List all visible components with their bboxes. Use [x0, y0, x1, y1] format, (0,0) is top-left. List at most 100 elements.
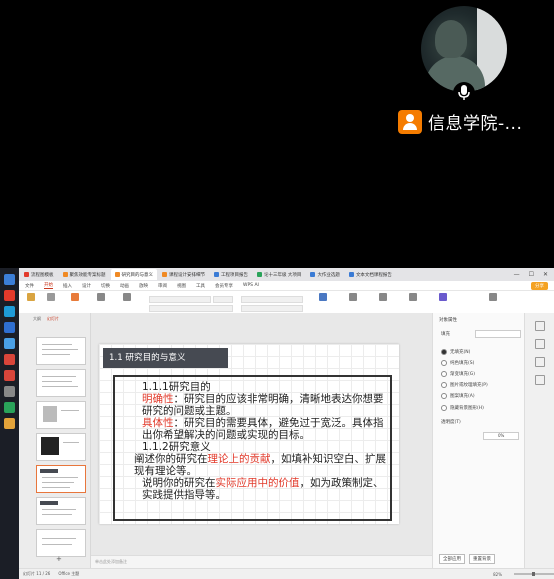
slide-thumbnail[interactable] — [36, 337, 86, 365]
reset-background-button[interactable]: 重置背景 — [469, 554, 495, 564]
menu-bar: 文件 开始 插入 设计 切换 动画 放映 审阅 视图 工具 会员专享 WPS A… — [19, 281, 554, 291]
format-painter-button[interactable] — [47, 293, 55, 311]
notes-area[interactable]: 单击此处添加备注 — [91, 555, 432, 568]
tab-5[interactable]: 论十三年级 大项目 — [253, 269, 305, 280]
menu-file[interactable]: 文件 — [25, 283, 34, 289]
app-icon[interactable] — [4, 338, 15, 349]
fill-section[interactable]: 填充 — [441, 331, 450, 337]
pane-title: 对象属性 — [439, 318, 457, 323]
tray-icon[interactable] — [4, 418, 15, 429]
tab-6[interactable]: 大作业选题 — [306, 269, 344, 280]
participant-label: 信息学院-... — [398, 109, 522, 134]
option-no-fill[interactable]: 无填充(N) — [441, 349, 470, 355]
arrange-button[interactable] — [349, 293, 357, 311]
paste-button[interactable] — [27, 293, 35, 311]
option-pattern-fill[interactable]: 图案填充(A) — [441, 393, 475, 399]
slide-thumbnail[interactable] — [36, 401, 86, 429]
menu-animation[interactable]: 动画 — [120, 283, 129, 289]
align-bar[interactable] — [241, 305, 303, 312]
option-picture-fill[interactable]: 图片或纹理填充(P) — [441, 382, 488, 388]
font-family-select[interactable] — [149, 296, 211, 303]
menu-tools[interactable]: 工具 — [196, 283, 205, 289]
menu-insert[interactable]: 插入 — [63, 283, 72, 289]
tab-2[interactable]: 研究目的与意义 — [110, 269, 157, 280]
menu-review[interactable]: 审阅 — [158, 283, 167, 289]
slide-thumbnail[interactable] — [36, 529, 86, 557]
menu-view[interactable]: 视图 — [177, 283, 186, 289]
animation-icon[interactable] — [535, 357, 545, 367]
transparency-label: 透明度(T) — [441, 420, 461, 425]
share-button[interactable]: 分享 — [531, 281, 548, 290]
tray-icon[interactable] — [4, 402, 15, 413]
menu-design[interactable]: 设计 — [82, 283, 91, 289]
participant-video — [421, 6, 507, 92]
slide-canvas: 1.1 研究目的与意义 1.1.1研究目的 明确性：研究目的应该非常明确，清晰地… — [91, 313, 432, 555]
slide-thumbnails: 大纲 幻灯片 + — [19, 313, 91, 568]
transparency-field[interactable]: 0% — [483, 432, 519, 440]
outline-tab[interactable]: 大纲 — [33, 316, 41, 322]
fill-type-select[interactable] — [475, 330, 521, 338]
microphone-icon[interactable] — [453, 82, 475, 104]
properties-icon[interactable] — [535, 321, 545, 331]
more-button[interactable] — [489, 293, 497, 311]
app-icon[interactable] — [4, 290, 15, 301]
option-hide-background[interactable]: 隐藏背景图形(H) — [441, 405, 484, 411]
paragraph-clarity: 明确性：研究目的应该非常明确，清晰地表达你想要研究的问题或主题。 — [142, 393, 384, 417]
current-slide[interactable]: 1.1 研究目的与意义 1.1.1研究目的 明确性：研究目的应该非常明确，清晰地… — [99, 344, 399, 524]
tab-0[interactable]: 流程图模板 — [20, 269, 58, 280]
shared-screen: 流程图模板 聚焦效能专案标题 研究目的与意义 课程设计安排细节 工程项目报告 论… — [0, 268, 554, 579]
slide-thumbnail[interactable] — [36, 497, 86, 525]
object-properties-pane: 对象属性 填充 无填充(N) 纯色填充(S) 渐变填充(G) 图片或纹理填充(P… — [432, 313, 525, 568]
highlight-practice: 实际应用中的价值 — [215, 477, 300, 489]
paragraph-specificity: 具体性：研究目的需要具体，避免过于宽泛。具体指出你希望解决的问题或实现的目标。 — [142, 417, 384, 441]
windows-taskbar — [0, 268, 19, 579]
zoom-slider[interactable] — [514, 572, 554, 576]
ai-button[interactable] — [439, 293, 447, 311]
start-icon[interactable] — [4, 274, 15, 285]
zoom-level[interactable]: 82% — [493, 572, 502, 577]
slide-thumbnail[interactable] — [36, 433, 86, 461]
slide-thumbnail-selected[interactable] — [36, 465, 86, 493]
close-icon[interactable]: ✕ — [543, 271, 548, 278]
slides-tab[interactable]: 幻灯片 — [47, 316, 59, 322]
minimize-icon[interactable]: — — [514, 271, 520, 278]
select-button[interactable] — [409, 293, 417, 311]
tab-4[interactable]: 工程项目报告 — [210, 269, 252, 280]
option-gradient-fill[interactable]: 渐变填充(G) — [441, 371, 475, 377]
document-tabs: 流程图模板 聚焦效能专案标题 研究目的与意义 课程设计安排细节 工程项目报告 论… — [19, 268, 554, 281]
label-clarity: 明确性 — [142, 393, 174, 405]
font-style-bar[interactable] — [149, 305, 233, 312]
user-avatar-icon — [398, 109, 422, 134]
layout-button[interactable] — [97, 293, 105, 311]
highlight-theory: 理论上的贡献 — [207, 453, 271, 465]
app-icon[interactable] — [4, 370, 15, 381]
browser-icon[interactable] — [4, 306, 15, 317]
paragraph-bar[interactable] — [241, 296, 303, 303]
tab-1[interactable]: 聚焦效能专案标题 — [59, 269, 110, 280]
apply-all-button[interactable]: 全部应用 — [439, 554, 465, 564]
app-icon[interactable] — [4, 354, 15, 365]
option-solid-fill[interactable]: 纯色填充(S) — [441, 360, 474, 366]
design-icon[interactable] — [535, 339, 545, 349]
tab-7[interactable]: 文本文档课程报告 — [345, 269, 396, 280]
find-button[interactable] — [379, 293, 387, 311]
menu-transition[interactable]: 切换 — [101, 283, 110, 289]
app-icon[interactable] — [4, 322, 15, 333]
section-button[interactable] — [123, 293, 131, 311]
new-slide-button[interactable] — [71, 293, 79, 311]
maximize-icon[interactable]: ☐ — [529, 271, 534, 278]
slide-body[interactable]: 1.1.1研究目的 明确性：研究目的应该非常明确，清晰地表达你想要研究的问题或主… — [120, 381, 392, 501]
shape-button[interactable] — [319, 293, 327, 311]
add-slide-icon[interactable]: + — [56, 555, 62, 563]
slide-title: 1.1 研究目的与意义 — [103, 348, 228, 368]
menu-wps-ai[interactable]: WPS AI — [243, 283, 259, 288]
tray-icon[interactable] — [4, 386, 15, 397]
slide-thumbnail[interactable] — [36, 369, 86, 397]
slide-counter: 幻灯片 11 / 26 — [23, 571, 51, 576]
menu-home[interactable]: 开始 — [44, 282, 53, 289]
font-size-select[interactable] — [213, 296, 233, 303]
menu-slideshow[interactable]: 放映 — [139, 283, 148, 289]
settings-icon[interactable] — [535, 375, 545, 385]
tab-3[interactable]: 课程设计安排细节 — [158, 269, 209, 280]
menu-member[interactable]: 会员专享 — [215, 283, 233, 289]
